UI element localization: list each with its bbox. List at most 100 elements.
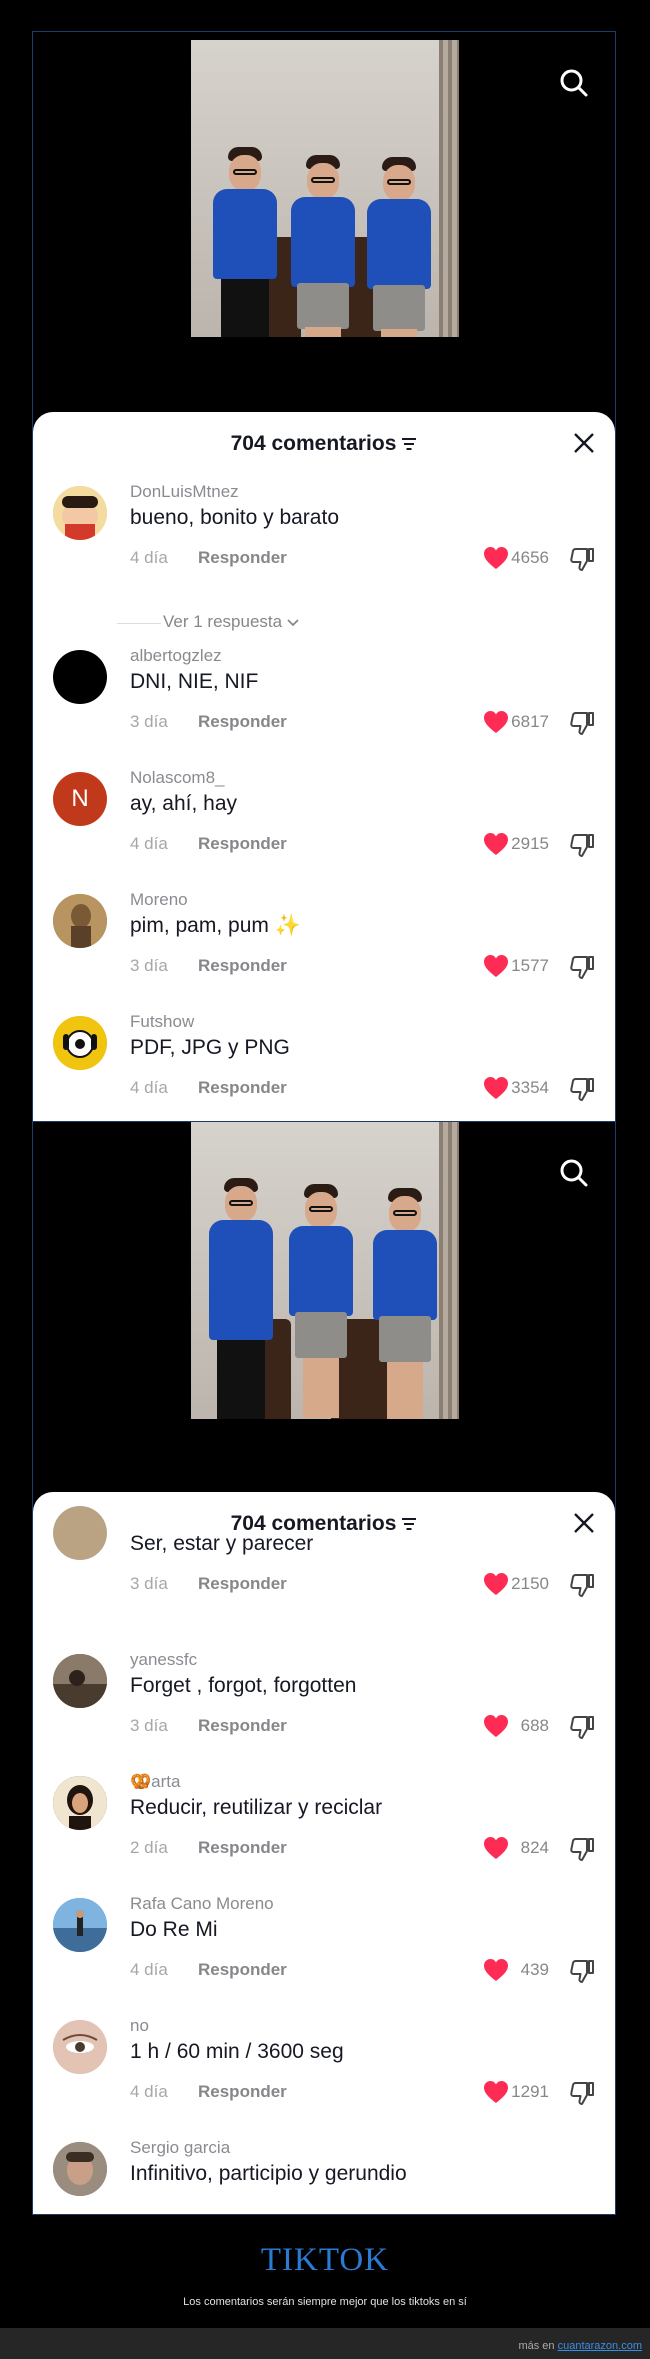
comment-item: 🥨arta Reducir, reutilizar y reciclar 2 d… <box>33 1772 615 1892</box>
screenshot-bottom: 704 comentarios Ser, estar y parecer 3 d… <box>32 1121 616 2215</box>
reply-button[interactable]: Responder <box>198 956 287 976</box>
comment-username[interactable]: Sergio garcia <box>130 2138 230 2158</box>
comment-item: no 1 h / 60 min / 3600 seg 4 día Respond… <box>33 2016 615 2136</box>
like-count: 4656 <box>511 548 549 567</box>
avatar[interactable] <box>53 1654 107 1708</box>
source-link[interactable]: cuantarazon.com <box>558 2340 642 2352</box>
heart-icon[interactable] <box>483 954 509 978</box>
dislike-icon[interactable] <box>569 546 595 572</box>
comment-age: 4 día <box>130 1960 168 1979</box>
avatar[interactable] <box>53 2142 107 2196</box>
heart-icon[interactable] <box>483 546 509 570</box>
post-title: TIKTOK <box>260 2242 390 2278</box>
chevron-down-icon <box>287 618 299 626</box>
comment-username[interactable]: Moreno <box>130 890 188 910</box>
comments-header: 704 comentarios <box>33 412 615 476</box>
source-credit: más en cuantarazon.com <box>518 2340 642 2352</box>
dislike-icon[interactable] <box>569 1836 595 1862</box>
comment-item: yanessfc Forget , forgot, forgotten 3 dí… <box>33 1650 615 1770</box>
like-count: 3354 <box>511 1078 549 1097</box>
comment-text: Infinitivo, participio y gerundio <box>130 2162 407 2185</box>
avatar[interactable] <box>53 1898 107 1952</box>
comment-age: 3 día <box>130 1716 168 1735</box>
avatar[interactable] <box>53 2020 107 2074</box>
comment-username[interactable]: Futshow <box>130 1012 194 1032</box>
comment-text: bueno, bonito y barato <box>130 506 339 529</box>
comment-age: 4 día <box>130 2082 168 2101</box>
like-count: 1291 <box>511 2082 549 2101</box>
like-count: 1577 <box>511 956 549 975</box>
dislike-icon[interactable] <box>569 832 595 858</box>
comment-age: 4 día <box>130 1078 168 1097</box>
comment-item: albertogzlez DNI, NIE, NIF 3 día Respond… <box>33 646 615 766</box>
video-thumbnail[interactable] <box>191 40 459 337</box>
reply-button[interactable]: Responder <box>198 2082 287 2102</box>
sort-icon[interactable] <box>401 1517 417 1531</box>
comment-age: 3 día <box>130 1574 168 1593</box>
comment-age: 4 día <box>130 548 168 567</box>
reply-button[interactable]: Responder <box>198 834 287 854</box>
dislike-icon[interactable] <box>569 1076 595 1102</box>
comment-text: ay, ahí, hay <box>130 792 238 815</box>
comment-username[interactable]: no <box>130 2016 149 2036</box>
heart-icon[interactable] <box>483 1958 509 1982</box>
heart-icon[interactable] <box>483 2080 509 2104</box>
reply-button[interactable]: Responder <box>198 1078 287 1098</box>
avatar[interactable] <box>53 486 107 540</box>
reply-button[interactable]: Responder <box>198 1574 287 1594</box>
comment-item: Futshow PDF, JPG y PNG 4 día Responder 3… <box>33 1012 615 1122</box>
comment-age: 2 día <box>130 1838 168 1857</box>
heart-icon[interactable] <box>483 1076 509 1100</box>
comment-username[interactable]: Rafa Cano Moreno <box>130 1894 274 1914</box>
dislike-icon[interactable] <box>569 2080 595 2106</box>
reply-button[interactable]: Responder <box>198 1716 287 1736</box>
source-bar: más en cuantarazon.com <box>0 2328 650 2359</box>
comment-item: DonLuisMtnez bueno, bonito y barato 4 dí… <box>33 482 615 602</box>
heart-icon[interactable] <box>483 1714 509 1738</box>
dislike-icon[interactable] <box>569 954 595 980</box>
comment-username[interactable]: albertogzlez <box>130 646 222 666</box>
avatar[interactable] <box>53 650 107 704</box>
comment-username[interactable]: yanessfc <box>130 1650 197 1670</box>
heart-icon[interactable] <box>483 1572 509 1596</box>
dislike-icon[interactable] <box>569 710 595 736</box>
comments-title: 704 comentarios <box>33 432 615 456</box>
comment-item: Moreno pim, pam, pum ✨ 3 día Responder 1… <box>33 890 615 1010</box>
avatar[interactable] <box>53 1016 107 1070</box>
avatar[interactable] <box>53 1776 107 1830</box>
heart-icon[interactable] <box>483 1836 509 1860</box>
dislike-icon[interactable] <box>569 1714 595 1740</box>
comment-age: 3 día <box>130 712 168 731</box>
like-count: 824 <box>520 1838 549 1857</box>
close-icon[interactable] <box>573 1512 595 1534</box>
heart-icon[interactable] <box>483 832 509 856</box>
video-thumbnail[interactable] <box>191 1122 459 1419</box>
avatar[interactable] <box>53 894 107 948</box>
like-count: 2150 <box>511 1574 549 1593</box>
reply-button[interactable]: Responder <box>198 712 287 732</box>
comment-username[interactable]: DonLuisMtnez <box>130 482 239 502</box>
reply-button[interactable]: Responder <box>198 1960 287 1980</box>
search-icon[interactable] <box>559 1158 589 1188</box>
heart-icon[interactable] <box>483 710 509 734</box>
comment-text: PDF, JPG y PNG <box>130 1036 290 1059</box>
comment-text: Reducir, reutilizar y reciclar <box>130 1796 383 1819</box>
search-icon[interactable] <box>559 68 589 98</box>
comment-username[interactable]: Nolascom8_ <box>130 768 225 788</box>
reply-button[interactable]: Responder <box>198 548 287 568</box>
avatar-initial: N <box>71 785 89 812</box>
avatar[interactable]: N <box>53 772 107 826</box>
dislike-icon[interactable] <box>569 1572 595 1598</box>
close-icon[interactable] <box>573 432 595 454</box>
avatar[interactable] <box>53 1506 107 1560</box>
comment-item: N Nolascom8_ ay, ahí, hay 4 día Responde… <box>33 768 615 888</box>
comment-item: Sergio garcia Infinitivo, participio y g… <box>33 2138 615 2214</box>
comment-item: Rafa Cano Moreno Do Re Mi 4 día Responde… <box>33 1894 615 2014</box>
dislike-icon[interactable] <box>569 1958 595 1984</box>
comment-text: 1 h / 60 min / 3600 seg <box>130 2040 344 2063</box>
sort-icon[interactable] <box>401 437 417 451</box>
comments-panel: 704 comentarios Ser, estar y parecer 3 d… <box>33 1492 615 2214</box>
like-count: 2915 <box>511 834 549 853</box>
comment-username[interactable]: 🥨arta <box>130 1772 180 1792</box>
reply-button[interactable]: Responder <box>198 1838 287 1858</box>
